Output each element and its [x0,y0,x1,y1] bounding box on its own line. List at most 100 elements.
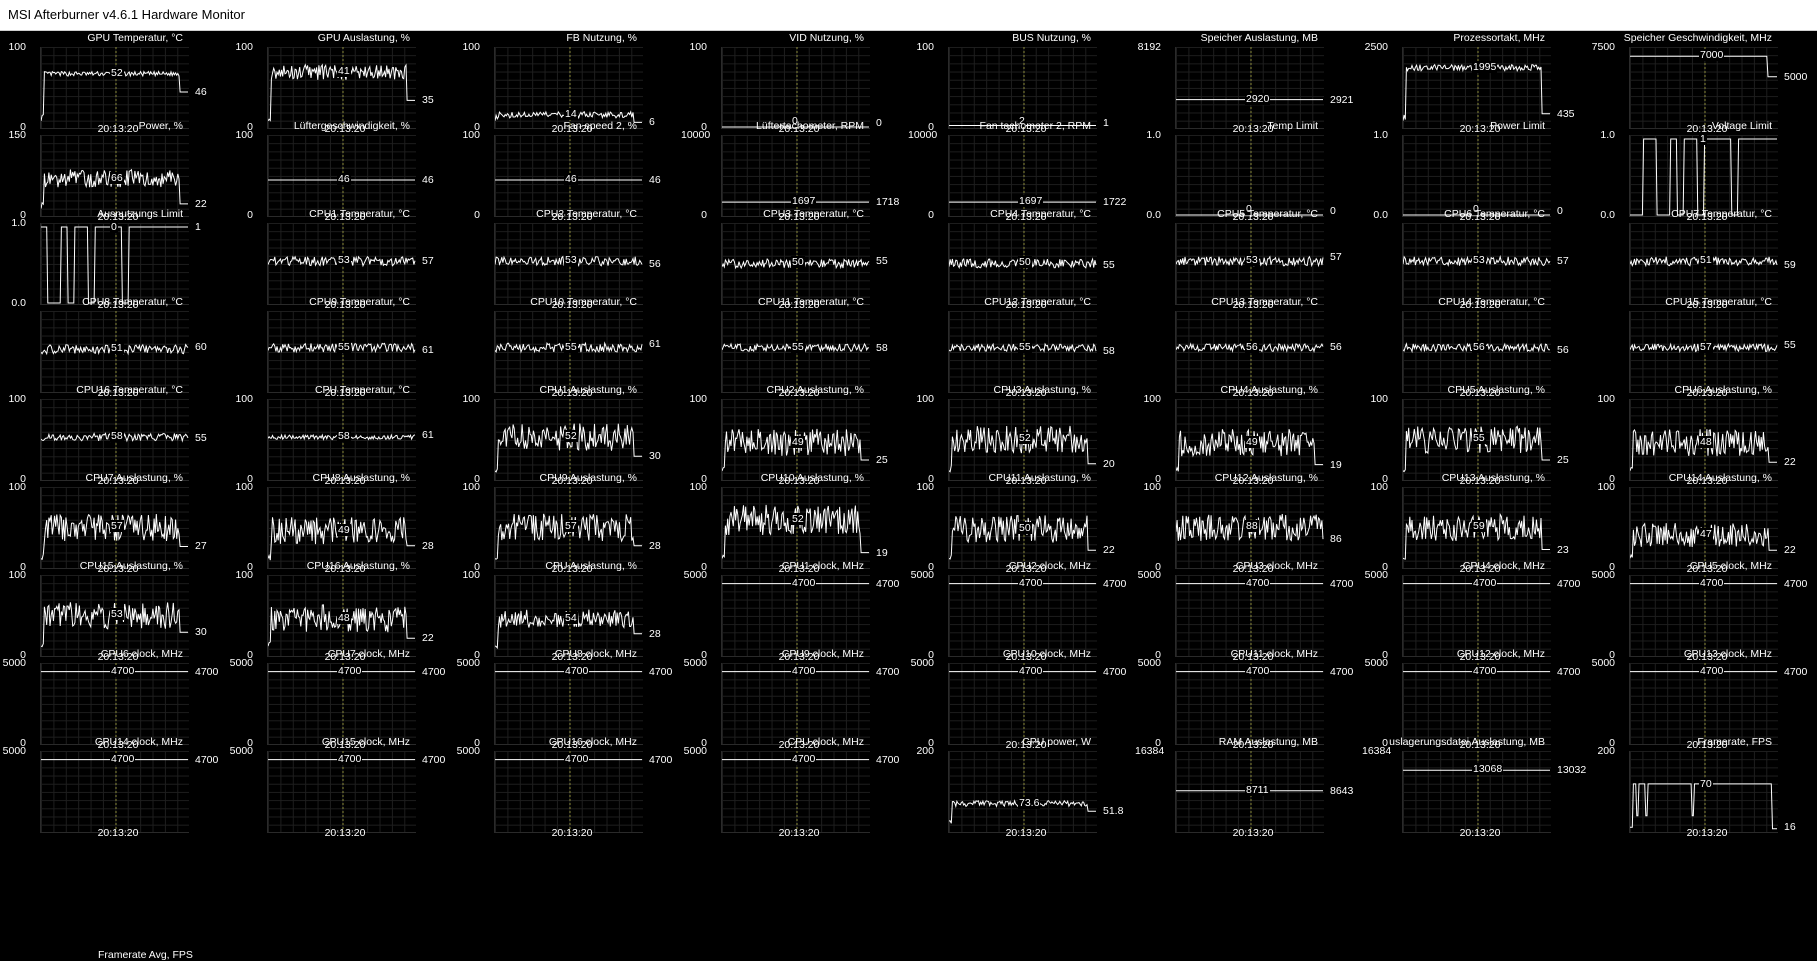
graph-panel[interactable]: CPU2 clock, MHz 5000 0 20:13:20 4700 4700 [908,559,1135,663]
graph-panel[interactable]: CPU Auslastung, % 100 0 20:13:20 28 54 [454,559,681,663]
graph-title: Ausnutzungs Limit [97,208,183,220]
graph-panel[interactable]: CPU14 clock, MHz 5000 20:13:20 4700 4700 [0,735,227,839]
graph-panel[interactable]: CPU11 Temperatur, °C 20:13:20 58 55 [681,295,908,399]
cursor-value: 4700 [791,752,817,765]
graph-panel[interactable]: CPU10 Temperatur, °C 20:13:20 61 55 [454,295,681,399]
graph-panel[interactable]: Speicher Geschwindigkeit, MHz 7500 20:13:2… [1589,31,1816,135]
graph-panel[interactable]: Power Limit 1.0 0.0 20:13:20 0 0 [1362,119,1589,223]
graph-panel[interactable]: CPU5 Temperatur, °C 20:13:20 57 53 [1135,207,1362,311]
graph-panel[interactable]: Power, % 150 0 20:13:20 22 66 [0,119,227,223]
graph-panel[interactable]: CPU16 Auslastung, % 100 0 20:13:20 22 48 [227,559,454,663]
graph-panel[interactable]: Framerate, FPS 200 20:13:20 16 70 [1589,735,1816,839]
graph-plot[interactable] [721,487,870,569]
graph-panel[interactable]: CPU10 clock, MHz 5000 0 20:13:20 4700 4700 [908,647,1135,751]
graph-panel[interactable]: CPU1 Auslastung, % 100 0 20:13:20 30 52 [454,383,681,487]
graph-panel[interactable]: CPU14 Auslastung, % 100 0 20:13:20 22 47 [1589,471,1816,575]
graph-plot[interactable] [40,223,189,305]
graph-panel[interactable]: CPU9 clock, MHz 5000 0 20:13:20 4700 4700 [681,647,908,751]
graph-panel[interactable]: CPU9 Auslastung, % 100 0 20:13:20 28 57 [454,471,681,575]
graph-panel[interactable]: CPU12 Temperatur, °C 20:13:20 58 55 [908,295,1135,399]
y-max-label: 5000 [229,657,253,669]
graph-panel[interactable]: CPU2 Auslastung, % 100 0 20:13:20 25 49 [681,383,908,487]
graph-timestamp: 20:13:20 [1005,827,1047,839]
graph-panel[interactable]: Ausnutzungs Limit 1.0 0.0 20:13:20 1 0 [0,207,227,311]
graph-plot[interactable] [1629,135,1778,217]
cursor-value: 1697 [791,195,817,208]
current-value: 57 [1557,255,1569,268]
graph-grid[interactable]: GPU Temperatur, °C 100 0 20:13:20 46 52 GPU Au… [0,31,1817,960]
graph-panel[interactable]: CPU11 Auslastung, % 100 0 20:13:20 22 50 [908,471,1135,575]
graph-panel[interactable]: CPU9 Temperatur, °C 20:13:20 61 55 [227,295,454,399]
graph-panel[interactable]: Fan speed 2, % 100 0 20:13:20 46 46 [454,119,681,223]
graph-panel[interactable]: Fan tachometer 2, RPM 10000 0 20:13:20 1722 1… [908,119,1135,223]
graph-panel[interactable]: CPU7 Auslastung, % 100 0 20:13:20 27 57 [0,471,227,575]
graph-panel[interactable]: CPU4 Auslastung, % 100 0 20:13:20 19 49 [1135,383,1362,487]
graph-panel[interactable]: CPU12 Auslastung, % 100 0 20:13:20 86 88 [1135,471,1362,575]
graph-panel[interactable]: VID Nutzung, % 100 0 20:13:20 0 0 [681,31,908,135]
graph-panel[interactable]: CPU13 Temperatur, °C 20:13:20 56 56 [1135,295,1362,399]
graph-panel[interactable]: uslagerungsdatei Auslastung, MB 16384 20:1… [1362,735,1589,839]
graph-panel[interactable]: GPU Temperatur, °C 100 0 20:13:20 46 52 [0,31,227,135]
graph-panel[interactable]: CPU7 Temperatur, °C 20:13:20 59 51 [1589,207,1816,311]
graph-panel[interactable]: CPU6 clock, MHz 5000 0 20:13:20 4700 4700 [0,647,227,751]
current-value: 4700 [1103,665,1127,678]
graph-panel[interactable]: CPU3 Auslastung, % 100 0 20:13:20 20 52 [908,383,1135,487]
graph-panel[interactable]: CPU1 clock, MHz 5000 0 20:13:20 4700 4700 [681,559,908,663]
graph-title: CPU5 clock, MHz [1689,560,1772,572]
graph-plot[interactable] [1402,47,1551,129]
graph-panel[interactable]: CPU6 Temperatur, °C 20:13:20 57 53 [1362,207,1589,311]
graph-panel[interactable]: Voltage Limit 1.0 0.0 20:13:20 1 [1589,119,1816,223]
y-max-label: 5000 [1591,657,1615,669]
graph-panel[interactable]: CPU3 clock, MHz 5000 0 20:13:20 4700 4700 [1135,559,1362,663]
graph-plot[interactable] [1629,751,1778,833]
graph-title: CPU6 Auslastung, % [1674,384,1772,396]
graph-panel[interactable]: CPU14 Temperatur, °C 20:13:20 56 56 [1362,295,1589,399]
graph-plot[interactable] [40,47,189,129]
graph-panel[interactable]: CPU clock, MHz 5000 20:13:20 4700 4700 [681,735,908,839]
graph-panel[interactable]: CPU8 Auslastung, % 100 0 20:13:20 28 49 [227,471,454,575]
graph-panel[interactable]: CPU10 Auslastung, % 100 0 20:13:20 19 52 [681,471,908,575]
graph-panel[interactable]: CPU2 Temperatur, °C 20:13:20 56 53 [454,207,681,311]
graph-panel[interactable]: CPU5 clock, MHz 5000 0 20:13:20 4700 4700 [1589,559,1816,663]
graph-title: Power Limit [1490,120,1545,132]
graph-plot[interactable] [267,47,416,129]
graph-panel[interactable]: RAM Auslastung, MB 16384 20:13:20 8643 8711 [1135,735,1362,839]
cursor-value: 55 [791,340,805,353]
graph-panel[interactable]: CPU13 clock, MHz 5000 0 20:13:20 4700 4700 [1589,647,1816,751]
graph-panel[interactable]: Lüftertachometer, RPM 10000 0 20:13:20 1718 1… [681,119,908,223]
graph-panel[interactable]: CPU4 clock, MHz 5000 0 20:13:20 4700 4700 [1362,559,1589,663]
graph-plot[interactable] [1175,47,1324,129]
graph-panel[interactable]: CPU8 Temperatur, °C 20:13:20 60 51 [0,295,227,399]
graph-panel[interactable]: CPU power, W 200 20:13:20 51.8 73.6 [908,735,1135,839]
graph-panel[interactable]: CPU15 Auslastung, % 100 0 20:13:20 30 53 [0,559,227,663]
graph-panel[interactable]: CPU16 Temperatur, °C 100 0 20:13:20 55 58 [0,383,227,487]
graph-panel[interactable]: CPU15 clock, MHz 5000 20:13:20 4700 4700 [227,735,454,839]
graph-plot[interactable] [948,751,1097,833]
current-value: 57 [1330,251,1342,264]
current-value: 4700 [1103,577,1127,590]
graph-panel[interactable]: CPU4 Temperatur, °C 20:13:20 55 50 [908,207,1135,311]
graph-panel[interactable]: CPU8 clock, MHz 5000 0 20:13:20 4700 4700 [454,647,681,751]
graph-panel[interactable]: Speicher Auslastung, MB 8192 20:13:20 2921 2… [1135,31,1362,135]
graph-panel[interactable]: CPU5 Auslastung, % 100 0 20:13:20 25 55 [1362,383,1589,487]
graph-panel[interactable]: Temp Limit 1.0 0.0 20:13:20 0 0 [1135,119,1362,223]
graph-panel[interactable]: CPU16 clock, MHz 5000 20:13:20 4700 4700 [454,735,681,839]
graph-title: CPU3 Temperatur, °C [763,208,864,220]
cursor-value: 1697 [1018,195,1044,208]
graph-panel[interactable]: CPU7 clock, MHz 5000 0 20:13:20 4700 4700 [227,647,454,751]
current-value: 2921 [1330,93,1354,106]
graph-panel[interactable]: CPU15 Temperatur, °C 20:13:20 55 57 [1589,295,1816,399]
graph-panel[interactable]: CPU3 Temperatur, °C 20:13:20 55 50 [681,207,908,311]
graph-panel[interactable]: FB Nutzung, % 100 0 20:13:20 6 14 [454,31,681,135]
cursor-value: 1 [1699,133,1707,145]
graph-panel[interactable]: BUS Nutzung, % 100 0 20:13:20 1 2 [908,31,1135,135]
graph-panel[interactable]: CPU1 Temperatur, °C 20:13:20 57 53 [227,207,454,311]
graph-panel[interactable]: CPU12 clock, MHz 5000 0 20:13:20 4700 4700 [1362,647,1589,751]
graph-panel[interactable]: Prozessortakt, MHz 2500 20:13:20 435 1995 [1362,31,1589,135]
graph-panel[interactable]: CPU6 Auslastung, % 100 0 20:13:20 22 48 [1589,383,1816,487]
graph-panel[interactable]: Lüftergeschwindigkeit, % 100 0 20:13:20 46 46 [227,119,454,223]
graph-panel[interactable]: CPU13 Auslastung, % 100 0 20:13:20 23 59 [1362,471,1589,575]
graph-panel[interactable]: GPU Auslastung, % 100 0 20:13:20 35 41 [227,31,454,135]
graph-panel[interactable]: CPU Temperatur, °C 100 0 20:13:20 61 58 [227,383,454,487]
graph-panel[interactable]: CPU11 clock, MHz 5000 0 20:13:20 4700 4700 [1135,647,1362,751]
